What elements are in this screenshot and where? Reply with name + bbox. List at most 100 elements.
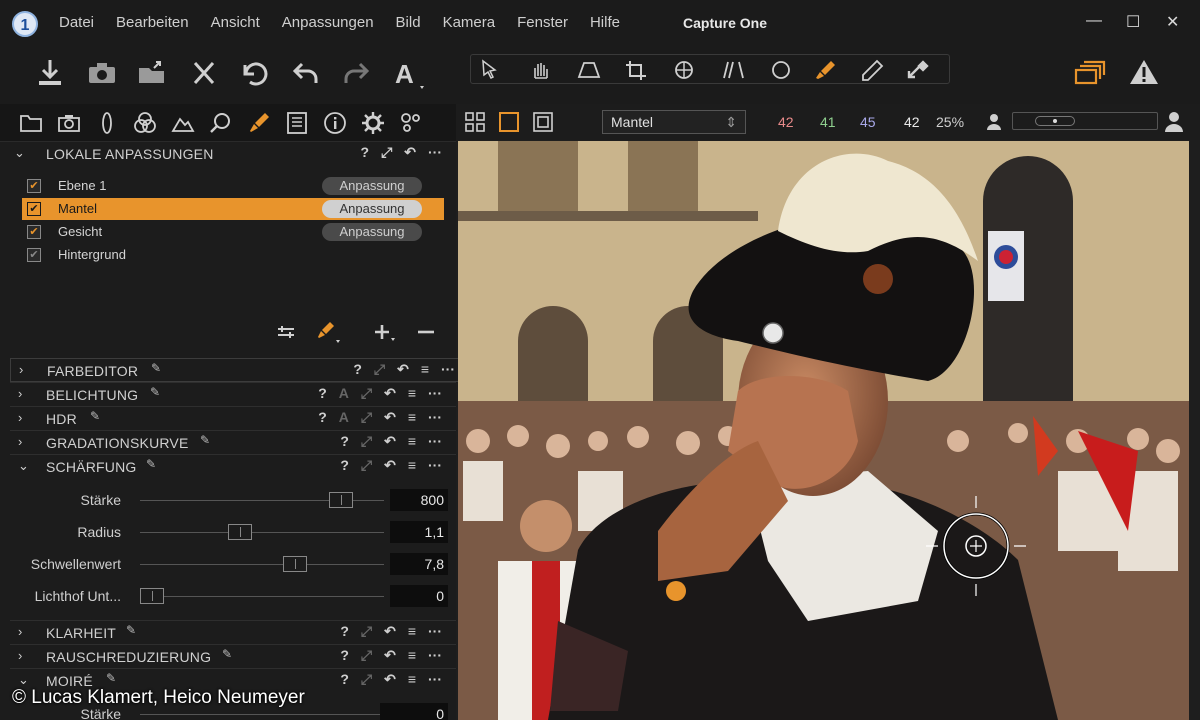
exposure-icon[interactable] — [170, 110, 196, 136]
layer-type-badge[interactable]: Anpassung — [322, 200, 422, 218]
more-icon[interactable]: ··· — [428, 433, 442, 450]
stack-icon[interactable] — [1072, 56, 1108, 90]
menu-bild[interactable]: Bild — [385, 14, 432, 31]
list-icon[interactable]: ≡ — [408, 433, 416, 450]
layer-select[interactable]: Mantel ⇕ — [602, 110, 746, 134]
folder-icon[interactable] — [18, 110, 44, 136]
layer-checkbox[interactable]: ✔ — [27, 248, 41, 262]
list-icon[interactable]: ≡ — [408, 671, 416, 688]
reset-section-icon[interactable]: ↶ — [384, 623, 396, 640]
fullscreen-view-icon[interactable] — [532, 111, 554, 133]
maximize-button[interactable]: ☐ — [1126, 12, 1140, 32]
slider-value-field[interactable]: 0 — [380, 703, 448, 720]
image-viewer[interactable] — [458, 141, 1189, 720]
noise-reduction-header[interactable]: › RAUSCHREDUZIERUNG ✎ ? ⤢ ↶ ≡ ··· — [10, 644, 456, 668]
copy-icon[interactable]: ⤢ — [361, 671, 372, 688]
copy-icon[interactable]: ⤢ — [361, 457, 372, 474]
more-icon[interactable]: ··· — [428, 385, 442, 402]
auto-icon[interactable]: A — [339, 409, 349, 426]
batch-icon[interactable] — [398, 110, 424, 136]
brush-tab-icon[interactable] — [246, 110, 272, 136]
layer-row-background[interactable]: ✔ Hintergrund — [22, 244, 444, 266]
menu-ansicht[interactable]: Ansicht — [200, 14, 271, 31]
person-large-icon[interactable] — [1162, 110, 1186, 134]
crop-icon[interactable] — [623, 59, 651, 81]
chevron-right-icon[interactable]: › — [18, 386, 22, 401]
layer-checkbox[interactable]: ✔ — [27, 202, 41, 216]
color-editor-header[interactable]: › FARBEDITOR ✎ ? ⤢ ↶ ≡ ··· — [10, 358, 462, 382]
layer-checkbox[interactable]: ✔ — [27, 179, 41, 193]
layer-row[interactable]: ✔ Gesicht Anpassung — [22, 221, 444, 243]
apply-icon[interactable] — [905, 59, 933, 81]
picker-icon[interactable] — [857, 59, 885, 81]
straighten-icon[interactable] — [719, 59, 747, 81]
import-icon[interactable] — [32, 56, 68, 90]
layer-settings-icon[interactable] — [274, 322, 298, 342]
color-icon[interactable] — [132, 110, 158, 136]
help-icon[interactable]: ? — [318, 385, 327, 402]
chevron-right-icon[interactable]: › — [19, 362, 23, 377]
slider-handle[interactable] — [283, 556, 307, 572]
help-icon[interactable]: ? — [340, 647, 349, 664]
exposure-header[interactable]: › BELICHTUNG ✎ ? A ⤢ ↶ ≡ ··· — [10, 382, 456, 406]
single-view-icon[interactable] — [498, 111, 520, 133]
curve-header[interactable]: › GRADATIONSKURVE ✎ ? ⤢ ↶ ≡ ··· — [10, 430, 456, 454]
list-icon[interactable]: ≡ — [408, 385, 416, 402]
menu-datei[interactable]: Datei — [48, 14, 105, 31]
reset-section-icon[interactable]: ↶ — [397, 361, 409, 378]
slider-handle[interactable] — [228, 524, 252, 540]
grid-view-icon[interactable] — [464, 111, 486, 133]
delete-icon[interactable] — [186, 56, 222, 90]
metadata-icon[interactable] — [284, 110, 310, 136]
reset-icon[interactable] — [236, 56, 272, 90]
reset-section-icon[interactable]: ↶ — [384, 385, 396, 402]
slider-track[interactable] — [140, 564, 384, 565]
remove-layer-icon[interactable] — [414, 322, 438, 342]
more-icon[interactable]: ··· — [428, 457, 442, 474]
menu-fenster[interactable]: Fenster — [506, 14, 579, 31]
chevron-right-icon[interactable]: › — [18, 410, 22, 425]
slider-value-field[interactable]: 1,1 — [390, 521, 448, 543]
layer-checkbox[interactable]: ✔ — [27, 225, 41, 239]
export-icon[interactable] — [134, 56, 170, 90]
chevron-right-icon[interactable]: › — [18, 648, 22, 663]
menu-kamera[interactable]: Kamera — [432, 14, 507, 31]
add-layer-icon[interactable] — [372, 322, 396, 342]
reset-section-icon[interactable]: ↶ — [384, 457, 396, 474]
menu-anpassungen[interactable]: Anpassungen — [271, 14, 385, 31]
slider-value-field[interactable]: 7,8 — [390, 553, 448, 575]
brush-icon[interactable] — [811, 59, 839, 81]
text-icon[interactable]: A — [390, 56, 426, 90]
help-icon[interactable]: ? — [340, 671, 349, 688]
list-icon[interactable]: ≡ — [421, 361, 429, 378]
help-icon[interactable]: ? — [340, 433, 349, 450]
lens-icon[interactable] — [94, 110, 120, 136]
search-icon[interactable] — [208, 110, 234, 136]
copy-icon[interactable]: ⤢ — [361, 385, 372, 402]
slider-value-field[interactable]: 0 — [390, 585, 448, 607]
person-small-icon[interactable] — [984, 112, 1004, 132]
brush-layer-icon[interactable] — [314, 320, 342, 344]
copy-icon[interactable]: ⤢ — [374, 361, 385, 378]
help-icon[interactable]: ? — [353, 361, 362, 378]
keystone-icon[interactable] — [575, 59, 603, 81]
more-icon[interactable]: ··· — [428, 144, 442, 161]
more-icon[interactable]: ··· — [428, 671, 442, 688]
help-icon[interactable]: ? — [318, 409, 327, 426]
menu-bearbeiten[interactable]: Bearbeiten — [105, 14, 200, 31]
slider-track[interactable] — [140, 596, 384, 597]
layer-type-badge[interactable]: Anpassung — [322, 223, 422, 241]
reset-section-icon[interactable]: ↶ — [404, 144, 416, 161]
undo-icon[interactable] — [288, 56, 324, 90]
more-icon[interactable]: ··· — [428, 647, 442, 664]
slider-value-field[interactable]: 800 — [390, 489, 448, 511]
slider-handle[interactable] — [140, 588, 164, 604]
layer-row[interactable]: ✔ Ebene 1 Anpassung — [22, 175, 444, 197]
reset-section-icon[interactable]: ↶ — [384, 671, 396, 688]
list-icon[interactable]: ≡ — [408, 457, 416, 474]
camera-tab-icon[interactable] — [56, 110, 82, 136]
chevron-right-icon[interactable]: › — [18, 624, 22, 639]
menu-hilfe[interactable]: Hilfe — [579, 14, 631, 31]
camera-icon[interactable] — [84, 56, 120, 90]
reset-section-icon[interactable]: ↶ — [384, 409, 396, 426]
